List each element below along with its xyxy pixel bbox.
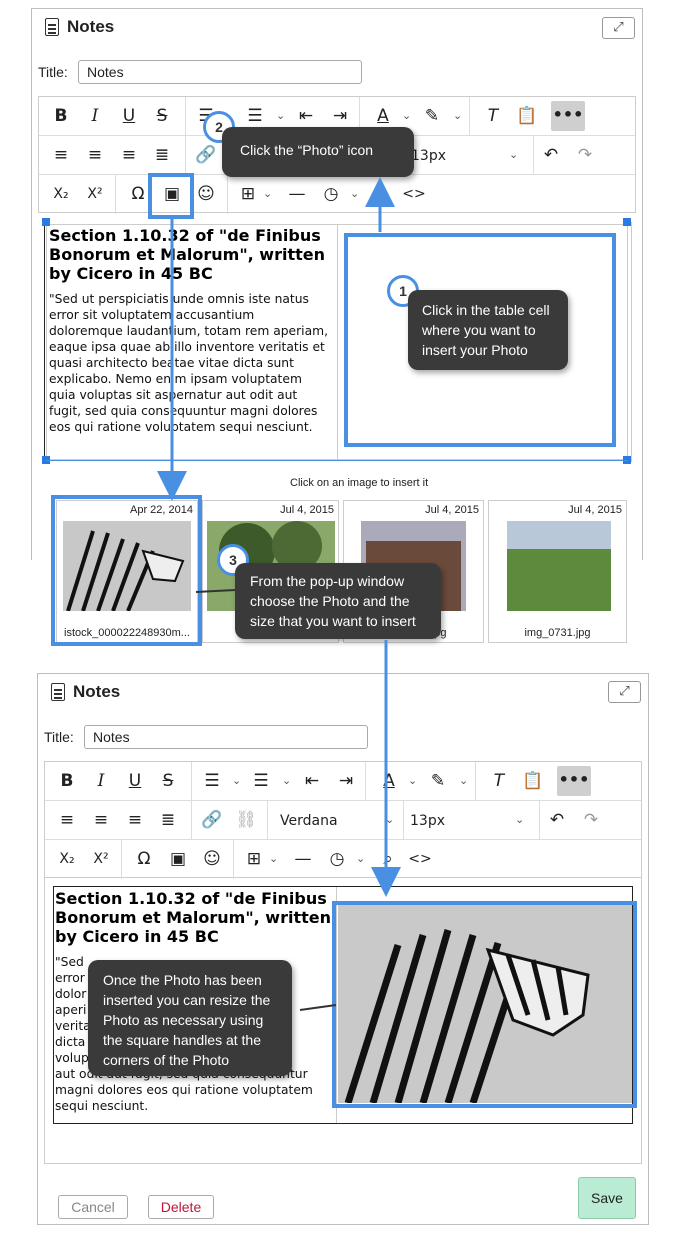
- connector-arrows: [157, 177, 401, 1011]
